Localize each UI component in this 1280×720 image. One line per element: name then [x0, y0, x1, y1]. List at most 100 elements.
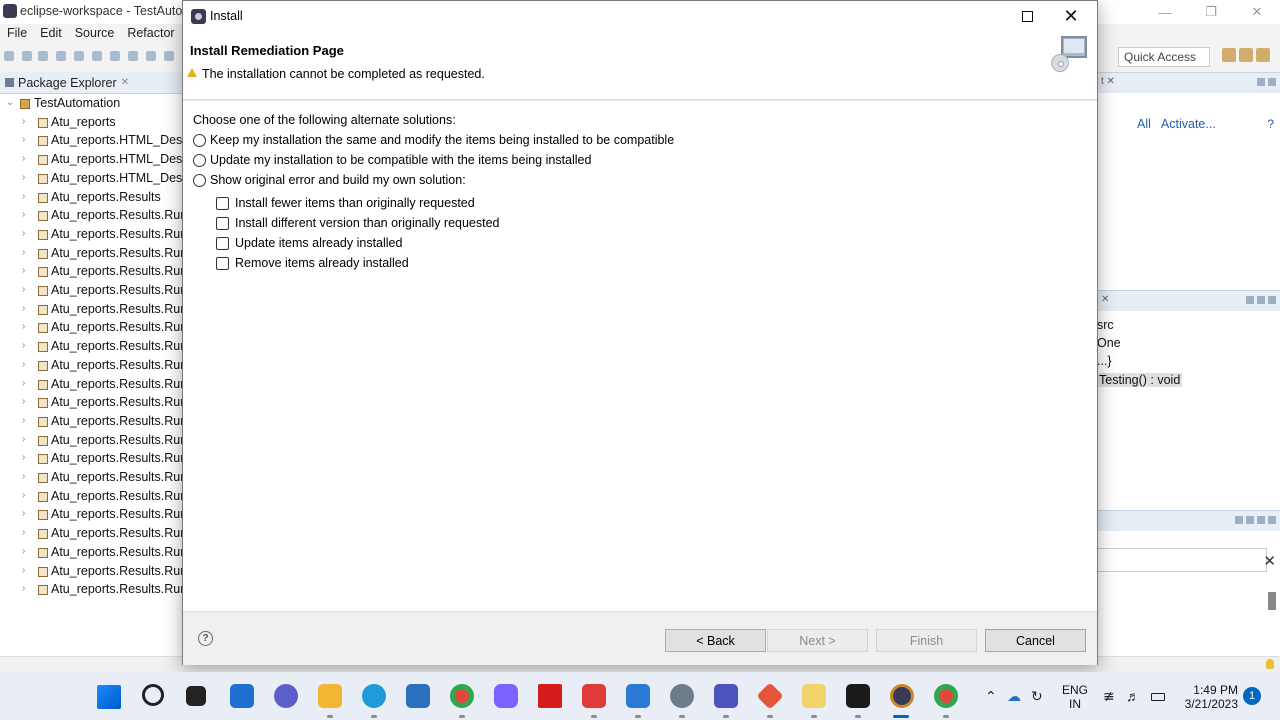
- tree-root-project[interactable]: ⌄ TestAutomation: [0, 95, 184, 113]
- chevron-down-icon[interactable]: ⌄: [6, 97, 14, 108]
- finish-button[interactable]: Finish: [876, 629, 977, 652]
- teams-chat-icon[interactable]: [274, 684, 298, 708]
- close-button[interactable]: ✕: [1057, 4, 1085, 28]
- tree-item-package[interactable]: › Atu_reports.Results.Run_2: [0, 413, 184, 431]
- chevron-right-icon[interactable]: ›: [22, 172, 25, 183]
- minimize-view-icon[interactable]: [1268, 296, 1276, 304]
- minimize-icon[interactable]: —: [1142, 0, 1188, 24]
- tree-item-package[interactable]: › Atu_reports.Results.Run_1: [0, 376, 184, 394]
- chevron-right-icon[interactable]: ›: [22, 303, 25, 314]
- notification-badge[interactable]: 1: [1243, 687, 1261, 705]
- open-perspective-icon[interactable]: [1222, 48, 1236, 62]
- pin-icon[interactable]: [1235, 516, 1243, 524]
- help-icon[interactable]: ?: [1267, 117, 1274, 131]
- maximize-button[interactable]: [1013, 5, 1041, 27]
- close-icon[interactable]: ✕: [1234, 0, 1280, 24]
- chevron-right-icon[interactable]: ›: [22, 116, 25, 127]
- chevron-right-icon[interactable]: ›: [22, 565, 25, 576]
- help-icon[interactable]: ?: [198, 631, 213, 646]
- tree-item-package[interactable]: › Atu_reports.Results.Run_1: [0, 357, 184, 375]
- chevron-right-icon[interactable]: ›: [22, 527, 25, 538]
- chevron-right-icon[interactable]: ›: [22, 209, 25, 220]
- save-icon[interactable]: [22, 51, 32, 61]
- chevron-right-icon[interactable]: ›: [22, 471, 25, 482]
- tree-item-package[interactable]: › Atu_reports.Results.Run_2: [0, 563, 184, 581]
- notepad-icon[interactable]: [802, 684, 826, 708]
- tree-item-package[interactable]: › Atu_reports.Results.Run_1: [0, 301, 184, 319]
- tab-close-icon[interactable]: t ✕: [1101, 76, 1115, 87]
- chevron-right-icon[interactable]: ›: [22, 415, 25, 426]
- link-all[interactable]: All: [1137, 117, 1151, 131]
- outline-item-selected[interactable]: Testing() : void: [1097, 373, 1183, 387]
- chevron-right-icon[interactable]: ›: [22, 284, 25, 295]
- radio-button[interactable]: [193, 133, 206, 147]
- clock[interactable]: 1:49 PM 3/21/2023: [1176, 683, 1238, 711]
- checkbox-install-different-version[interactable]: Install different version than originall…: [216, 216, 500, 230]
- tree-item-package[interactable]: › Atu_reports.Results.Run_2: [0, 525, 184, 543]
- java-perspective-icon[interactable]: [1239, 48, 1253, 62]
- new-icon[interactable]: [4, 51, 14, 61]
- package-explorer-tab[interactable]: Package Explorer ✕: [0, 72, 183, 94]
- checkbox[interactable]: [216, 216, 229, 230]
- battery-icon[interactable]: [1151, 693, 1165, 701]
- save-all-icon[interactable]: [38, 51, 48, 61]
- chevron-right-icon[interactable]: ›: [22, 228, 25, 239]
- chevron-right-icon[interactable]: ›: [22, 134, 25, 145]
- search-icon[interactable]: [164, 51, 174, 61]
- clear-console-icon[interactable]: [1246, 516, 1254, 524]
- chevron-right-icon[interactable]: ›: [22, 508, 25, 519]
- minimize-view-icon[interactable]: [1268, 516, 1276, 524]
- menu-refactor[interactable]: Refactor: [120, 24, 180, 44]
- chevron-right-icon[interactable]: ›: [22, 378, 25, 389]
- radio-keep-installation[interactable]: Keep my installation the same and modify…: [193, 133, 674, 147]
- checkbox[interactable]: [216, 236, 229, 250]
- l-app-icon[interactable]: [538, 684, 562, 708]
- menu-file[interactable]: File: [0, 24, 33, 44]
- chevron-right-icon[interactable]: ›: [22, 247, 25, 258]
- nav-back-icon[interactable]: [128, 51, 138, 61]
- terminate-icon[interactable]: [1257, 516, 1265, 524]
- menu-source[interactable]: Source: [68, 24, 121, 44]
- console-icon[interactable]: [74, 51, 84, 61]
- tree-item-package[interactable]: › Atu_reports.Results.Run_2: [0, 394, 184, 412]
- chevron-right-icon[interactable]: ›: [22, 546, 25, 557]
- close-icon[interactable]: ✕: [1263, 552, 1276, 570]
- menu-edit[interactable]: Edit: [33, 24, 68, 44]
- chevron-up-icon[interactable]: ⌃: [985, 688, 997, 705]
- radio-button[interactable]: [193, 173, 206, 187]
- chevron-right-icon[interactable]: ›: [22, 452, 25, 463]
- sort-icon[interactable]: [1246, 296, 1254, 304]
- chevron-right-icon[interactable]: ›: [22, 583, 25, 594]
- tree-item-package[interactable]: › Atu_reports.Results.Run_1: [0, 282, 184, 300]
- chevron-right-icon[interactable]: ›: [22, 490, 25, 501]
- wifi-icon[interactable]: ≇: [1103, 688, 1115, 705]
- chevron-right-icon[interactable]: ›: [22, 321, 25, 332]
- start-windows-icon[interactable]: [97, 685, 121, 709]
- console-filter-input[interactable]: [1097, 548, 1267, 572]
- next-button[interactable]: Next >: [767, 629, 868, 652]
- minimize-view-icon[interactable]: [1257, 78, 1265, 86]
- outline-item[interactable]: src: [1097, 318, 1114, 332]
- git-icon[interactable]: [756, 682, 784, 710]
- tip-bulb-icon[interactable]: [1266, 659, 1274, 669]
- mail-icon[interactable]: [626, 684, 650, 708]
- copilot-icon[interactable]: [494, 684, 518, 708]
- eclipse-taskbar-icon[interactable]: [890, 684, 914, 708]
- radio-show-original-error[interactable]: Show original error and build my own sol…: [193, 173, 466, 187]
- print-icon[interactable]: [56, 51, 66, 61]
- chevron-right-icon[interactable]: ›: [22, 265, 25, 276]
- tree-item-package[interactable]: › Atu_reports.Results.Run_2: [0, 450, 184, 468]
- checkbox-remove-installed[interactable]: Remove items already installed: [216, 256, 409, 270]
- checkbox[interactable]: [216, 196, 229, 210]
- tree-item-package[interactable]: › Atu_reports.HTML_Desigi: [0, 170, 184, 188]
- tree-item-package[interactable]: › Atu_reports.Results.Run_2: [0, 488, 184, 506]
- maximize-view-icon[interactable]: [1268, 78, 1276, 86]
- edge-icon[interactable]: [362, 684, 386, 708]
- tab-close-icon[interactable]: ✕: [121, 77, 129, 88]
- tree-item-package[interactable]: › Atu_reports.Results.Run_1: [0, 226, 184, 244]
- terminal-icon[interactable]: [846, 684, 870, 708]
- checkbox[interactable]: [216, 256, 229, 270]
- tree-item-package[interactable]: › Atu_reports.HTML_Desigi: [0, 151, 184, 169]
- tree-item-package[interactable]: › Atu_reports.Results.Run_1: [0, 245, 184, 263]
- teams-icon[interactable]: [714, 684, 738, 708]
